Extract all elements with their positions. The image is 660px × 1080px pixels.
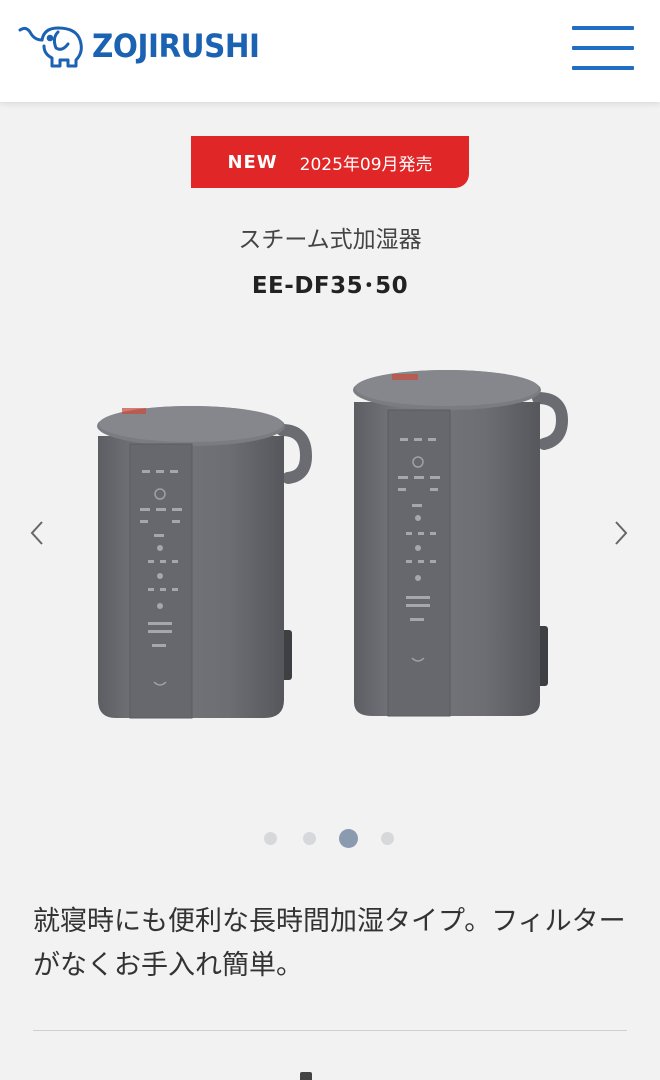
elephant-icon bbox=[18, 26, 83, 68]
new-release-badge: NEW 2025年09月発売 bbox=[191, 136, 469, 188]
carousel-dot-3-active[interactable] bbox=[339, 829, 358, 848]
hamburger-menu-icon[interactable] bbox=[572, 26, 634, 72]
product-description: 就寝時にも便利な長時間加湿タイプ。フィルターがなくお手入れ簡単。 bbox=[33, 906, 626, 981]
carousel-dot-4[interactable] bbox=[381, 832, 394, 845]
chevron-right-icon[interactable] bbox=[608, 518, 632, 548]
humidifier-ee-df50 bbox=[353, 370, 568, 717]
product-model: EE-DF35･50 bbox=[251, 273, 409, 299]
product-category: スチーム式加湿器 bbox=[238, 227, 422, 253]
next-section-peek bbox=[300, 1072, 312, 1080]
humidifier-ee-df35 bbox=[97, 406, 312, 719]
chevron-left-icon[interactable] bbox=[26, 518, 50, 548]
carousel-dot-1[interactable] bbox=[264, 832, 277, 845]
new-label: NEW bbox=[227, 151, 278, 173]
product-page: ZOJIRUSHI NEW 2025年09月発売 スチーム式加湿器 EE-DF3… bbox=[0, 0, 660, 1080]
carousel-pagination bbox=[0, 828, 660, 848]
brand-logo[interactable]: ZOJIRUSHI bbox=[16, 22, 274, 70]
product-carousel bbox=[0, 340, 660, 740]
section-divider bbox=[33, 1030, 627, 1031]
carousel-dot-2[interactable] bbox=[303, 832, 316, 845]
brand-name: ZOJIRUSHI bbox=[92, 27, 260, 65]
site-header: ZOJIRUSHI bbox=[0, 0, 660, 102]
release-date: 2025年09月発売 bbox=[299, 154, 433, 175]
